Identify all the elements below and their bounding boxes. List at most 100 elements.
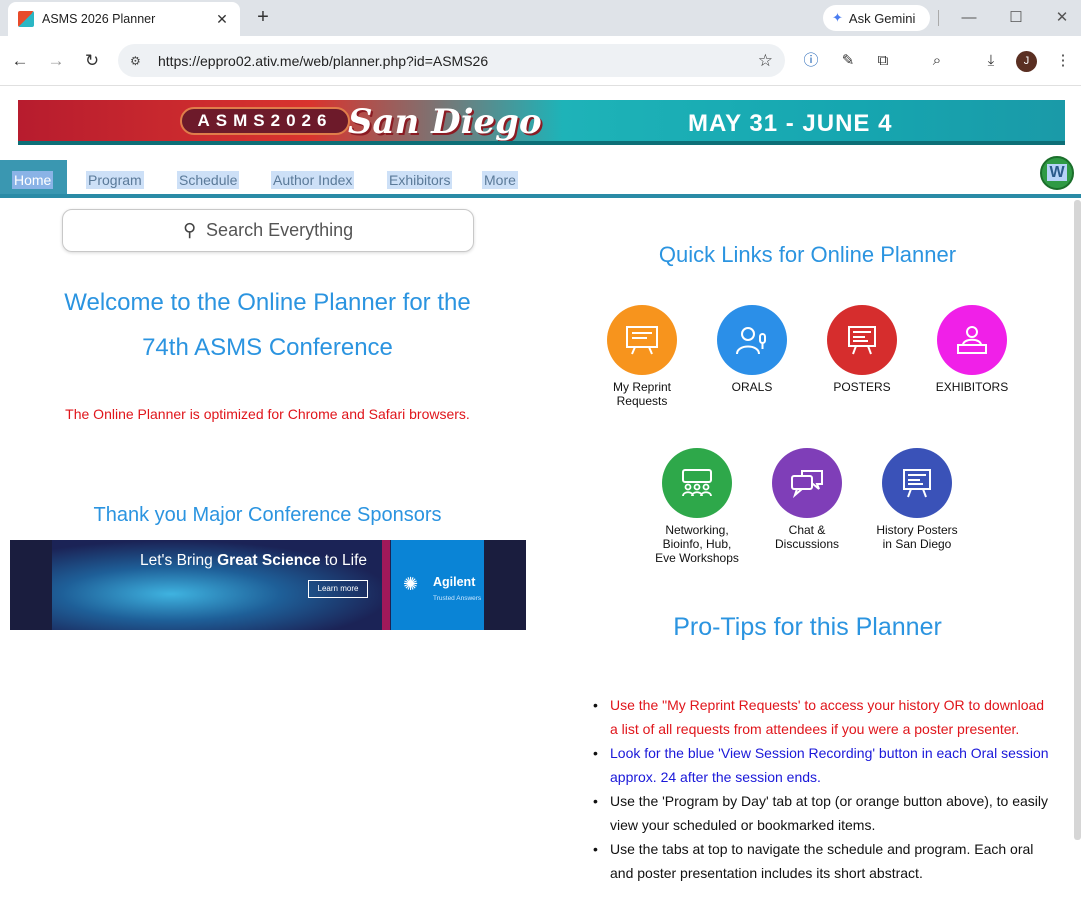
ask-gemini-label: Ask Gemini (848, 10, 916, 26)
ad-learn-more-button[interactable]: Learn more (308, 580, 368, 598)
quick-link-label: POSTERS (833, 380, 891, 394)
sponsor-ad-banner[interactable]: Let's Bring Great Science to Life Learn … (10, 540, 526, 630)
quick-link-exhibitors[interactable]: EXHIBITORS (917, 305, 1027, 394)
quick-link-posters[interactable]: POSTERS (807, 305, 917, 394)
tab-home-label: Home (12, 171, 54, 189)
welcome-line-2: 74th ASMS Conference (142, 334, 393, 361)
quick-link-networking[interactable]: Networking, Bioinfo, Hub, Eve Workshops (642, 448, 752, 565)
tab-more[interactable]: More (482, 171, 518, 189)
browser-toolbar: ← → ↻ ⚙ https://eppro02.ativ.me/web/plan… (0, 36, 1081, 86)
agilent-spark-icon: ✺ (403, 574, 419, 594)
maximize-button[interactable]: ☐ (1004, 6, 1028, 30)
list-item: Use the tabs at top to navigate the sche… (593, 837, 1053, 885)
chat-bubbles-icon (791, 470, 823, 498)
banner-city: San Diego (348, 102, 542, 142)
tab-schedule[interactable]: Schedule (177, 171, 240, 189)
quick-link-circle (827, 305, 897, 375)
quick-link-label-line: Bioinfo, Hub, (662, 537, 732, 551)
sponsors-heading: Thank you Major Conference Sponsors (93, 504, 442, 526)
ad-headline-bold: Great Science (217, 552, 321, 569)
group-meeting-icon (682, 469, 712, 497)
quick-link-label-line: Eve Workshops (655, 551, 739, 565)
conference-banner: ASMS2026 San Diego MAY 31 - JUNE 4 (18, 100, 1065, 145)
quick-link-label: ORALS (731, 380, 773, 394)
list-item: Use the "My Reprint Requests' to access … (593, 693, 1053, 741)
ad-brand-tagline: Trusted Answers (433, 595, 482, 602)
tab-search-icon[interactable]: ⌕ (925, 49, 949, 73)
quick-link-history-posters[interactable]: History Posters in San Diego (862, 448, 972, 551)
quick-link-circle (607, 305, 677, 375)
protips-list: Use the "My Reprint Requests' to access … (593, 693, 1053, 885)
eyedropper-icon[interactable]: ✎ (836, 49, 860, 73)
protips-heading: Pro-Tips for this Planner (673, 613, 942, 641)
window-controls-divider (938, 10, 939, 26)
site-favicon-icon (18, 11, 34, 27)
profile-avatar[interactable]: J (1016, 51, 1037, 72)
tab-close-icon[interactable]: ✕ (214, 11, 230, 28)
browser-tab-strip: ASMS 2026 Planner ✕ + ✦ Ask Gemini — ☐ ✕ (0, 0, 1081, 36)
quick-link-reprint-requests[interactable]: My Reprint Requests (587, 305, 697, 408)
user-account-badge[interactable]: W (1040, 156, 1074, 190)
ad-headline: Let's Bring Great Science to Life (140, 552, 367, 570)
quick-link-label: Chat & Discussions (752, 523, 862, 551)
quick-link-circle (882, 448, 952, 518)
chrome-menu-icon[interactable]: ⋮ (1051, 49, 1075, 73)
page-scrollbar[interactable] (1074, 200, 1081, 840)
quick-link-label-line: Discussions (774, 537, 840, 551)
tab-program[interactable]: Program (86, 171, 144, 189)
main-nav: Home Program Schedule Author Index Exhib… (0, 160, 1081, 198)
extensions-puzzle-icon[interactable]: ⧉ (871, 49, 895, 73)
quick-link-label-line: Requests (616, 394, 668, 408)
browser-tab[interactable]: ASMS 2026 Planner ✕ (8, 2, 240, 36)
presentation-board-icon (626, 326, 658, 355)
search-placeholder: Search Everything (206, 220, 354, 240)
quick-link-circle (662, 448, 732, 518)
quick-link-label: My Reprint Requests (587, 380, 697, 408)
quick-link-label-line: History Posters (876, 523, 958, 537)
address-bar[interactable]: ⚙ https://eppro02.ativ.me/web/planner.ph… (118, 44, 785, 77)
quick-link-circle (717, 305, 787, 375)
quick-link-label-line: Networking, (665, 523, 729, 537)
banner-event-name: ASMS2026 (180, 107, 350, 135)
back-arrow-icon[interactable]: ← (8, 49, 32, 73)
minimize-button[interactable]: — (957, 6, 981, 30)
quick-link-label-line: My Reprint (612, 380, 671, 394)
quick-link-orals[interactable]: ORALS (697, 305, 807, 394)
search-input[interactable]: ⚲ Search Everything (62, 209, 474, 252)
download-icon[interactable]: ⤓ (979, 49, 1003, 73)
bookmark-star-icon[interactable]: ☆ (758, 51, 773, 71)
url-text[interactable]: https://eppro02.ativ.me/web/planner.php?… (158, 53, 758, 69)
forward-arrow-icon[interactable]: → (44, 49, 68, 73)
list-item: Look for the blue 'View Session Recordin… (593, 741, 1053, 789)
quick-link-label-line: in San Diego (882, 537, 952, 551)
quick-link-label: History Posters in San Diego (862, 523, 972, 551)
close-window-button[interactable]: ✕ (1050, 6, 1074, 30)
quick-link-label: EXHIBITORS (935, 380, 1009, 394)
tab-home[interactable]: Home (0, 160, 67, 194)
quick-link-chat[interactable]: Chat & Discussions (752, 448, 862, 551)
ad-accent-strip (382, 540, 390, 630)
quick-links-heading: Quick Links for Online Planner (658, 242, 957, 267)
search-icon: ⚲ (182, 220, 197, 240)
tab-author-index[interactable]: Author Index (271, 171, 355, 189)
password-manager-icon[interactable]: ⓘ (799, 49, 823, 73)
gemini-sparkle-icon: ✦ (832, 10, 843, 25)
new-tab-button[interactable]: + (252, 6, 274, 28)
poster-easel-icon (848, 326, 876, 355)
quick-link-circle (772, 448, 842, 518)
tab-title: ASMS 2026 Planner (42, 12, 156, 26)
quick-link-circle (937, 305, 1007, 375)
welcome-line-1: Welcome to the Online Planner for the (64, 289, 471, 316)
ask-gemini-button[interactable]: ✦ Ask Gemini (823, 5, 930, 31)
list-item: Use the 'Program by Day' tab at top (or … (593, 789, 1053, 837)
ad-headline-pre: Let's Bring (140, 552, 218, 569)
quick-link-label-line: Chat & (788, 523, 826, 537)
welcome-heading: Welcome to the Online Planner for the 74… (20, 280, 515, 370)
tab-exhibitors[interactable]: Exhibitors (387, 171, 453, 189)
reload-icon[interactable]: ↻ (80, 49, 104, 73)
ad-brand-panel: ✺ Agilent Trusted Answers (391, 540, 484, 630)
site-settings-icon[interactable]: ⚙ (130, 54, 148, 68)
history-poster-icon (903, 469, 931, 498)
banner-dates: MAY 31 - JUNE 4 (688, 110, 893, 137)
ad-brand-name: Agilent (433, 575, 476, 589)
